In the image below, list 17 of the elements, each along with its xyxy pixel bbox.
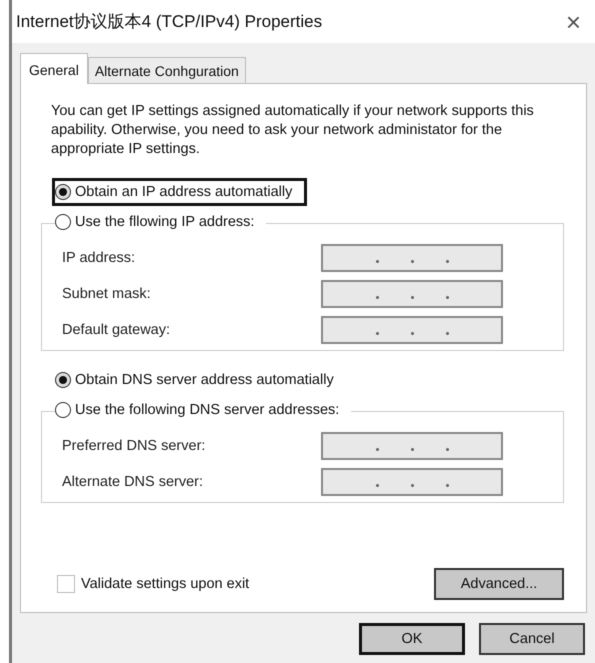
window-title: Internet协议版本4 (TCP/IPv4) Properties — [16, 11, 322, 33]
radio-option[interactable]: Use the following DNS server addresses: — [55, 399, 352, 421]
close-button[interactable]: × — [562, 8, 585, 34]
dialog-button[interactable]: OK — [359, 623, 465, 655]
field-label: Alternate DNS server: — [62, 474, 204, 490]
validate-checkbox[interactable]: Validate settings upon exit — [57, 575, 250, 593]
field-label: Preferred DNS server: — [62, 438, 206, 454]
field-label: IP address: — [62, 250, 136, 266]
description-text: You can get IP settings assigned automatically if your network supports this apability. Otherwise, you need to ask your network administator for the appropriate IP settings. — [51, 102, 535, 159]
advanced-button[interactable]: Advanced... — [434, 568, 564, 600]
field-label: Subnet mask: — [62, 286, 151, 302]
field-label: Default gateway: — [62, 322, 170, 338]
radio-option[interactable]: Use the fllowing IP address: — [55, 211, 266, 233]
tab[interactable]: General — [20, 53, 88, 84]
tab[interactable]: Alternate Conhguration — [88, 57, 246, 83]
radio-option[interactable]: Obtain an IP address automatially — [55, 181, 304, 203]
dialog-button[interactable]: Cancel — [479, 623, 585, 655]
